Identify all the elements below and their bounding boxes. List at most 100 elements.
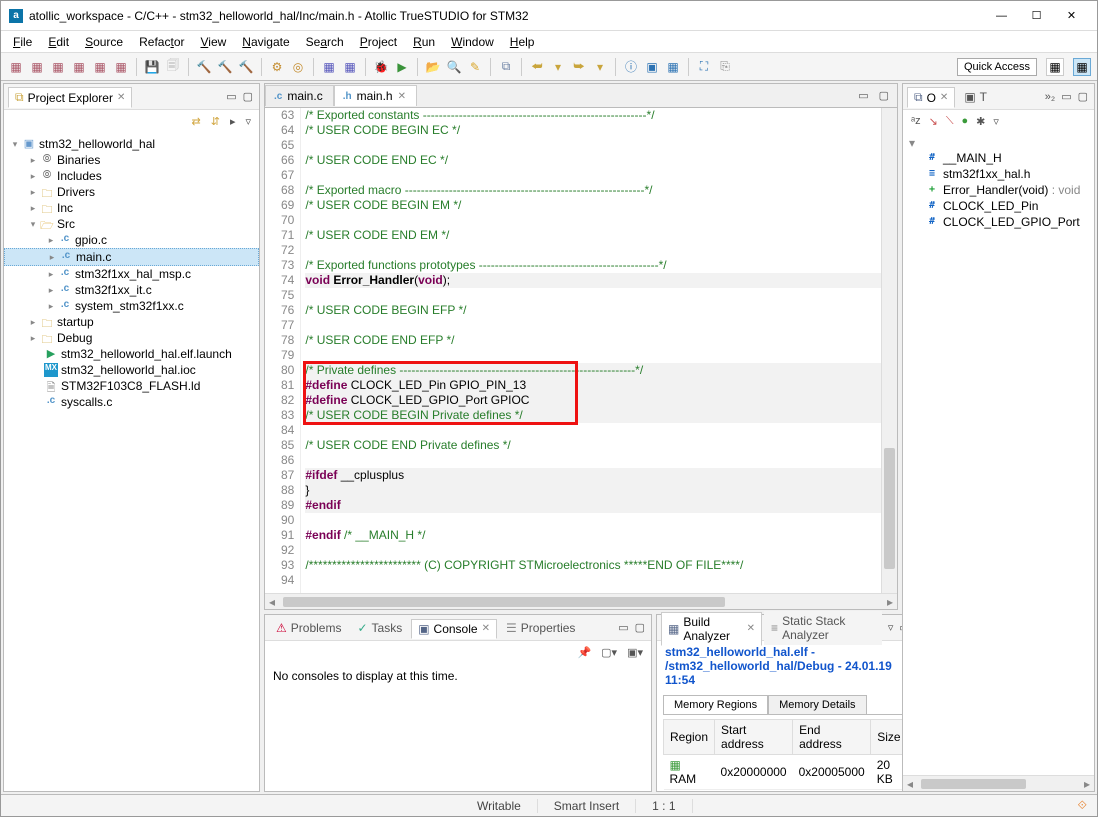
twisty-closed-icon[interactable]: ▸ [26,187,40,198]
build-all-icon[interactable]: 🔨 [216,58,234,76]
tree-file[interactable]: ▸.cstm32f1xx_hal_msp.c [4,266,259,282]
maximize-view-icon[interactable]: ▢ [241,90,255,103]
quick-access-input[interactable]: Quick Access [957,58,1037,76]
run-icon[interactable]: ▶ [393,58,411,76]
tree-binaries[interactable]: ▸⦾Binaries [4,152,259,168]
close-tab-icon[interactable]: ✕ [398,91,406,102]
tree-file-syscalls[interactable]: .csyscalls.c [4,394,259,410]
info-icon[interactable]: ⓘ [622,58,640,76]
twisty-closed-icon[interactable]: ▸ [26,171,40,182]
project-root[interactable]: ▾ ▣ stm32_helloworld_hal [4,136,259,152]
project-explorer-tab[interactable]: ⧉ Project Explorer ✕ [8,87,132,108]
close-icon[interactable]: ✕ [482,623,490,634]
editor-tab-main-c[interactable]: .cmain.c [265,85,334,106]
outline-tab[interactable]: ⧉ O ✕ [907,87,955,108]
include-browser-tab[interactable]: ▣ T [957,87,994,107]
menu-window[interactable]: Window [443,33,502,51]
display-icon[interactable]: ▢▾ [599,646,619,659]
perspective-debug[interactable]: ▦ [1073,58,1091,76]
tree-src[interactable]: ▾🗁Src [4,216,259,232]
sort-icon[interactable]: ᵃz [909,115,923,127]
tree-drivers[interactable]: ▸🗀Drivers [4,184,259,200]
console-tab[interactable]: ▣Console✕ [411,619,497,639]
search-icon[interactable]: 🔍 [445,58,463,76]
code-editor[interactable]: 6364656667686970717273747576777879808182… [265,108,897,593]
tree-includes[interactable]: ▸⦾Includes [4,168,259,184]
twisty-closed-icon[interactable]: ▸ [44,235,58,246]
code-area[interactable]: /* Exported constants ------------------… [301,108,881,593]
menu-search[interactable]: Search [298,33,352,51]
tree-file-ioc[interactable]: MXstm32_helloworld_hal.ioc [4,362,259,378]
col-start[interactable]: Start address [715,720,793,755]
close-button[interactable]: ✕ [1054,5,1089,27]
col-region[interactable]: Region [664,720,715,755]
build-icon[interactable]: 🔨 [195,58,213,76]
twisty-closed-icon[interactable]: ▸ [45,252,59,263]
export-icon[interactable]: ⎘ [716,58,734,76]
maximize-view-icon[interactable]: ▢ [1076,90,1090,103]
tree-inc[interactable]: ▸🗀Inc [4,200,259,216]
focus-icon[interactable]: ▸ [228,115,238,128]
properties-tab[interactable]: ☰Properties [499,618,582,638]
tree-file-launch[interactable]: ▶stm32_helloworld_hal.elf.launch [4,346,259,362]
menu-project[interactable]: Project [352,33,405,51]
build-elf-link[interactable]: stm32_helloworld_hal.elf - /stm32_hellow… [657,641,932,691]
twisty-open-icon[interactable]: ▾ [8,139,22,150]
collapse-all-icon[interactable]: ⇄ [190,115,203,128]
view-menu-icon[interactable]: ▿ [991,115,1001,128]
tree-file[interactable]: ▸.cstm32f1xx_it.c [4,282,259,298]
make-icon[interactable]: ▦ [341,58,359,76]
new-header-icon[interactable]: ▦ [91,58,109,76]
menu-file[interactable]: File [5,33,40,51]
twisty-closed-icon[interactable]: ▸ [26,155,40,166]
save-icon[interactable]: 💾 [143,58,161,76]
open-icon[interactable]: 📂 [424,58,442,76]
open-console-icon[interactable]: ▣▾ [625,646,645,659]
minimize-button[interactable]: — [984,5,1019,27]
save-all-icon[interactable]: 🗐 [164,58,182,76]
table-row[interactable]: ▦ RAM0x200000000x2000500020 KB [664,755,926,790]
new-cproj-icon[interactable]: ▦ [28,58,46,76]
max-icon[interactable]: ⛶ [695,58,713,76]
scroll-thumb-h[interactable] [921,779,1026,789]
scroll-thumb-h[interactable] [283,597,725,607]
horizontal-scrollbar[interactable]: ◂ ▸ [903,775,1094,791]
wand-icon[interactable]: ✎ [466,58,484,76]
tree-file-ld[interactable]: 🗎STM32F103C8_FLASH.ld [4,378,259,394]
view-menu-icon[interactable]: ▿ [243,115,253,128]
outline-item[interactable]: ≡stm32f1xx_hal.h [907,166,1090,182]
tree-debug[interactable]: ▸🗀Debug [4,330,259,346]
view-menu-icon[interactable]: ▿ [886,621,896,634]
vertical-scrollbar[interactable] [881,108,897,593]
tree-file[interactable]: ▸.cmain.c [4,248,259,266]
twisty-closed-icon[interactable]: ▸ [26,317,40,328]
twisty-closed-icon[interactable]: ▸ [44,269,58,280]
menu-source[interactable]: Source [77,33,131,51]
new-class-icon[interactable]: ▦ [112,58,130,76]
more-icon[interactable]: »₂ [1043,91,1057,103]
debug-icon[interactable]: 🐞 [372,58,390,76]
hide-static-icon[interactable]: ⟍ [944,115,956,128]
back-icon[interactable]: ⮨ [528,58,546,76]
new-folder-icon[interactable]: ▦ [49,58,67,76]
problems-tab[interactable]: ⚠Problems [269,618,348,638]
stack-analyzer-tab[interactable]: ≡Static Stack Analyzer [764,611,882,645]
minimize-view-icon[interactable]: ▭ [616,621,630,634]
chip-icon[interactable]: ▣ [643,58,661,76]
horizontal-scrollbar[interactable]: ◂ ▸ [265,593,897,609]
back-dd-icon[interactable]: ▾ [549,58,567,76]
maximize-button[interactable]: ☐ [1019,5,1054,27]
menu-help[interactable]: Help [502,33,543,51]
perspective-cpp[interactable]: ▦ [1046,58,1064,76]
outline-item[interactable]: +Error_Handler(void) : void [907,182,1090,198]
scroll-thumb[interactable] [884,448,895,569]
rss-icon[interactable]: ⟐ [1078,798,1097,813]
menu-refactor[interactable]: Refactor [131,33,192,51]
build-analyzer-tab[interactable]: ▦Build Analyzer✕ [661,612,762,646]
link-editor-icon[interactable]: ⇵ [209,115,222,128]
menu-view[interactable]: View [192,33,234,51]
menu-navigate[interactable]: Navigate [234,33,297,51]
maximize-editor-icon[interactable]: ▢ [877,89,891,102]
close-icon[interactable]: ✕ [747,623,755,634]
outline-item[interactable]: #__MAIN_H [907,150,1090,166]
